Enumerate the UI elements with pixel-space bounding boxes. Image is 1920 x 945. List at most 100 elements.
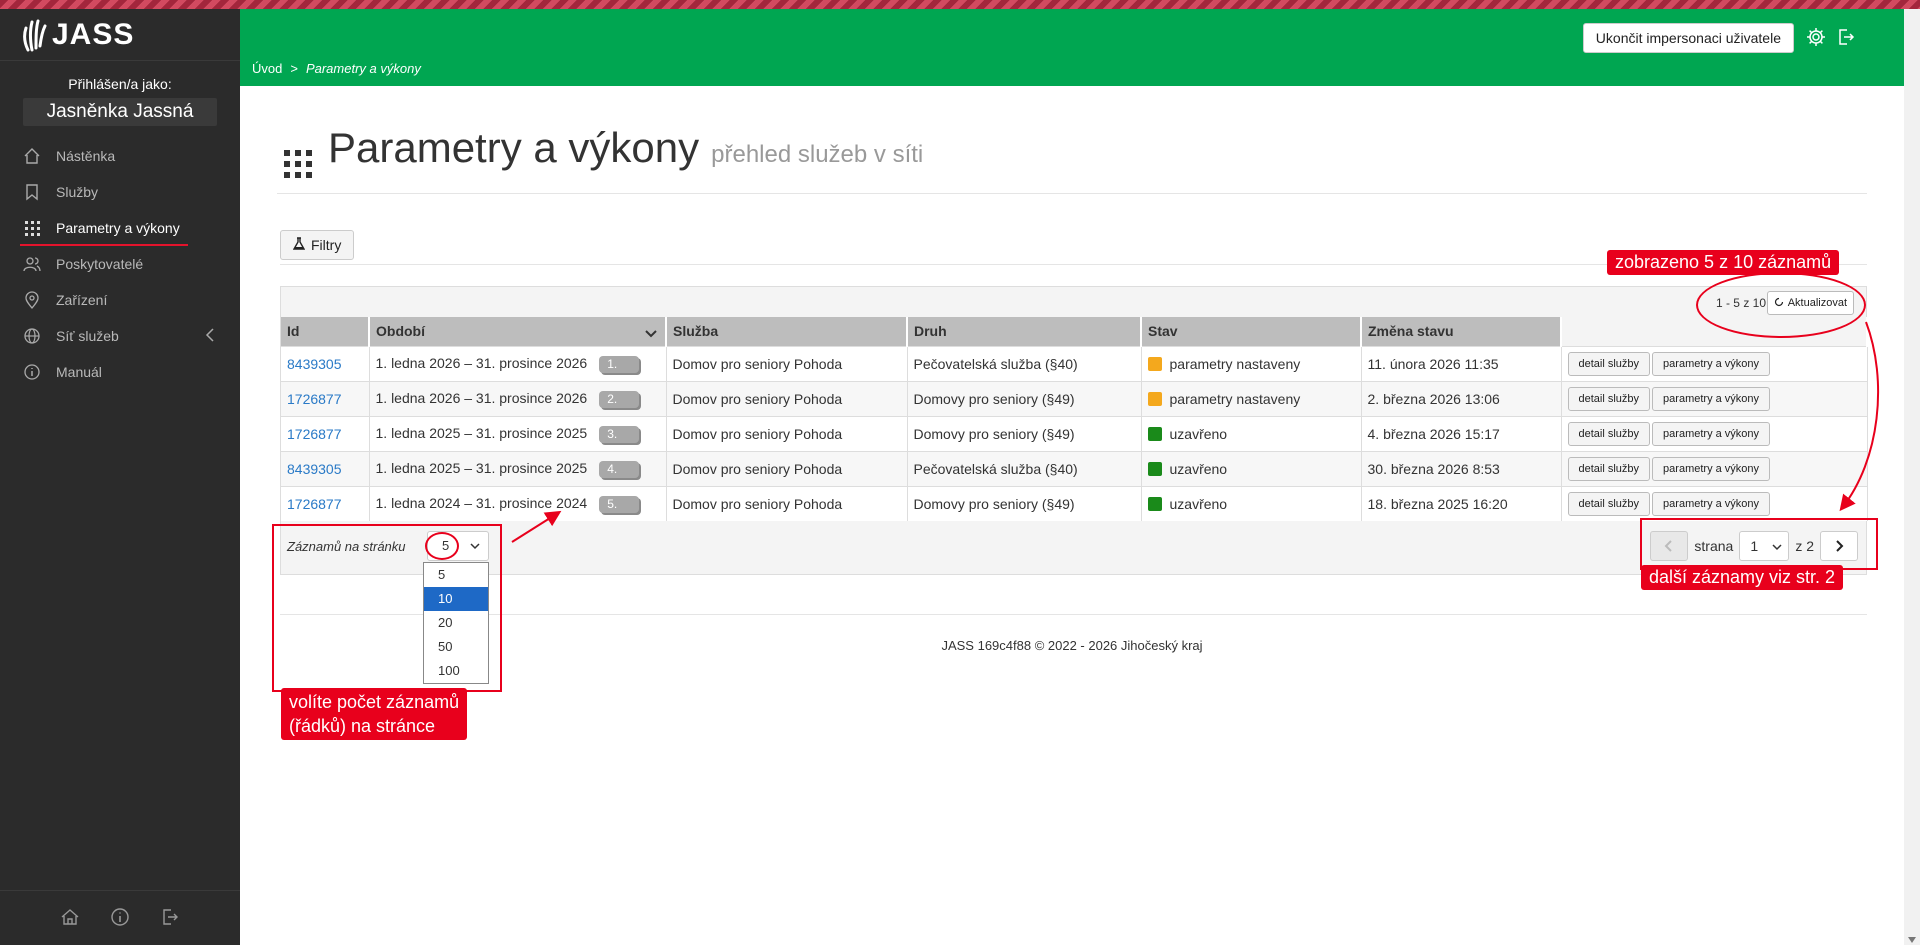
status-indicator [1147, 496, 1162, 511]
filters-button[interactable]: Filtry [280, 230, 355, 260]
detail-service-button[interactable]: detail služby [1567, 351, 1651, 376]
table-row: 8439305 1. ledna 2026 – 31. prosince 2026… [281, 345, 1868, 381]
cell-service: Domov pro seniory Pohoda [666, 485, 908, 521]
cell-id: 1726877 [281, 415, 370, 451]
services-table: Id Období Služba Druh Stav Změna stavu 8… [281, 317, 1868, 521]
end-impersonation-button[interactable]: Ukončit impersonaci uživatele [1582, 23, 1794, 53]
cell-actions: detail služby parametry a výkony [1561, 380, 1868, 416]
sort-chevron-down-icon[interactable] [645, 326, 657, 342]
status-indicator [1147, 461, 1162, 476]
scroll-down-arrow-icon[interactable] [1908, 937, 1916, 943]
home-icon [22, 146, 42, 166]
sidebar-item-sit-sluzeb[interactable]: Síť služeb [0, 318, 240, 354]
breadcrumb-separator: > [290, 61, 298, 76]
id-link[interactable]: 8439305 [287, 461, 342, 477]
cell-id: 8439305 [281, 345, 370, 381]
info-icon [22, 362, 42, 382]
status-text: uzavřeno [1169, 425, 1228, 442]
parameters-button[interactable]: parametry a výkony [1652, 491, 1771, 516]
logout-icon[interactable] [1836, 27, 1856, 50]
top-header: Ukončit impersonaci uživatele Úvod > Param… [240, 9, 1904, 86]
hand-logo-icon [23, 19, 47, 51]
grid-icon [22, 218, 42, 238]
map-pin-icon [22, 290, 42, 310]
page-header: Parametry a výkony přehled služeb v síti [284, 124, 923, 184]
home-icon[interactable] [60, 907, 80, 930]
column-header-service[interactable]: Služba [666, 317, 908, 346]
gear-icon[interactable] [1806, 27, 1826, 50]
column-header-period[interactable]: Období [369, 317, 667, 346]
parameters-button[interactable]: parametry a výkony [1652, 351, 1771, 376]
sidebar-item-manual[interactable]: Manuál [0, 354, 240, 390]
id-link[interactable]: 1726877 [287, 426, 342, 442]
breadcrumb: Úvod > Parametry a výkony [252, 61, 421, 76]
period-text: 1. ledna 2026 – 31. prosince 2026 [375, 389, 588, 406]
table-body: 8439305 1. ledna 2026 – 31. prosince 2026… [281, 345, 1868, 521]
logout-icon[interactable] [160, 907, 180, 930]
annotation-next-records: další záznamy viz str. 2 [1641, 565, 1844, 590]
annotation-records-shown: zobrazeno 5 z 10 záznamů [1607, 250, 1840, 275]
parameters-button[interactable]: parametry a výkony [1652, 386, 1771, 411]
info-icon[interactable] [110, 907, 130, 930]
divider [277, 193, 1867, 194]
cell-kind: Domovy pro seniory (§49) [907, 485, 1142, 521]
annotation-box-per-page [272, 524, 502, 692]
id-link[interactable]: 1726877 [287, 496, 342, 512]
period-text: 1. ledna 2025 – 31. prosince 2025 [375, 424, 588, 441]
sidebar-item-poskytovatele[interactable]: Poskytovatelé [0, 246, 240, 282]
annotation-choose-rows: volíte počet záznamů (řádků) na stránce [281, 688, 468, 740]
cell-status: uzavřeno [1141, 450, 1362, 486]
table-row: 1726877 1. ledna 2025 – 31. prosince 2025… [281, 415, 1868, 451]
cell-actions: detail služby parametry a výkony [1561, 345, 1868, 381]
detail-service-button[interactable]: detail služby [1567, 421, 1651, 446]
status-indicator [1147, 356, 1162, 371]
bookmark-icon [22, 182, 42, 202]
id-link[interactable]: 8439305 [287, 356, 342, 372]
cell-service: Domov pro seniory Pohoda [666, 450, 908, 486]
sidebar-item-label: Parametry a výkony [56, 220, 180, 236]
column-header-status-change[interactable]: Změna stavu [1361, 317, 1562, 346]
table-row: 1726877 1. ledna 2026 – 31. prosince 2026… [281, 380, 1868, 416]
cell-status-change: 4. března 2026 15:17 [1361, 415, 1562, 451]
table-row: 1726877 1. ledna 2024 – 31. prosince 2024… [281, 485, 1868, 521]
sidebar-item-parametry[interactable]: Parametry a výkony [0, 210, 240, 246]
page-subtitle: přehled služeb v síti [711, 141, 924, 168]
status-text: parametry nastaveny [1169, 355, 1301, 372]
chevron-left-icon[interactable] [204, 327, 216, 346]
column-header-kind[interactable]: Druh [907, 317, 1142, 346]
period-badge: 5. [599, 495, 640, 513]
sidebar-item-zarizeni[interactable]: Zařízení [0, 282, 240, 318]
parameters-button[interactable]: parametry a výkony [1652, 456, 1771, 481]
main-content: Parametry a výkony přehled služeb v síti… [240, 86, 1904, 945]
sidebar-item-nastenka[interactable]: Nástěnka [0, 138, 240, 174]
parameters-button[interactable]: parametry a výkony [1652, 421, 1771, 446]
column-header-id[interactable]: Id [281, 317, 370, 346]
filters-label: Filtry [311, 237, 342, 253]
cell-kind: Domovy pro seniory (§49) [907, 415, 1142, 451]
id-link[interactable]: 1726877 [287, 391, 342, 407]
cell-period: 1. ledna 2026 – 31. prosince 2026 2. [369, 380, 667, 416]
sidebar-item-label: Poskytovatelé [56, 256, 144, 272]
cell-status: parametry nastaveny [1141, 345, 1362, 381]
annotation-line: volíte počet záznamů [289, 692, 460, 712]
status-text: uzavřeno [1169, 495, 1228, 512]
vertical-scrollbar[interactable] [1904, 9, 1920, 945]
sidebar: JASS Přihlášen/a jako: Jasněnka Jassná N… [0, 9, 240, 945]
divider [280, 614, 1867, 615]
detail-service-button[interactable]: detail služby [1567, 491, 1651, 516]
logo[interactable]: JASS [0, 9, 240, 61]
status-text: uzavřeno [1169, 460, 1228, 477]
detail-service-button[interactable]: detail služby [1567, 456, 1651, 481]
table-row: 8439305 1. ledna 2025 – 31. prosince 2025… [281, 450, 1868, 486]
sidebar-item-label: Nástěnka [56, 148, 116, 164]
column-header-status[interactable]: Stav [1141, 317, 1362, 346]
period-text: 1. ledna 2026 – 31. prosince 2026 [375, 354, 588, 371]
breadcrumb-home[interactable]: Úvod [252, 61, 282, 76]
sidebar-item-sluzby[interactable]: Služby [0, 174, 240, 210]
cell-status-change: 30. března 2026 8:53 [1361, 450, 1562, 486]
cell-period: 1. ledna 2026 – 31. prosince 2026 1. [369, 345, 667, 381]
detail-service-button[interactable]: detail služby [1567, 386, 1651, 411]
cell-status: uzavřeno [1141, 485, 1362, 521]
cell-period: 1. ledna 2024 – 31. prosince 2024 5. [369, 485, 667, 521]
annotation-box-pagination [1640, 518, 1878, 570]
